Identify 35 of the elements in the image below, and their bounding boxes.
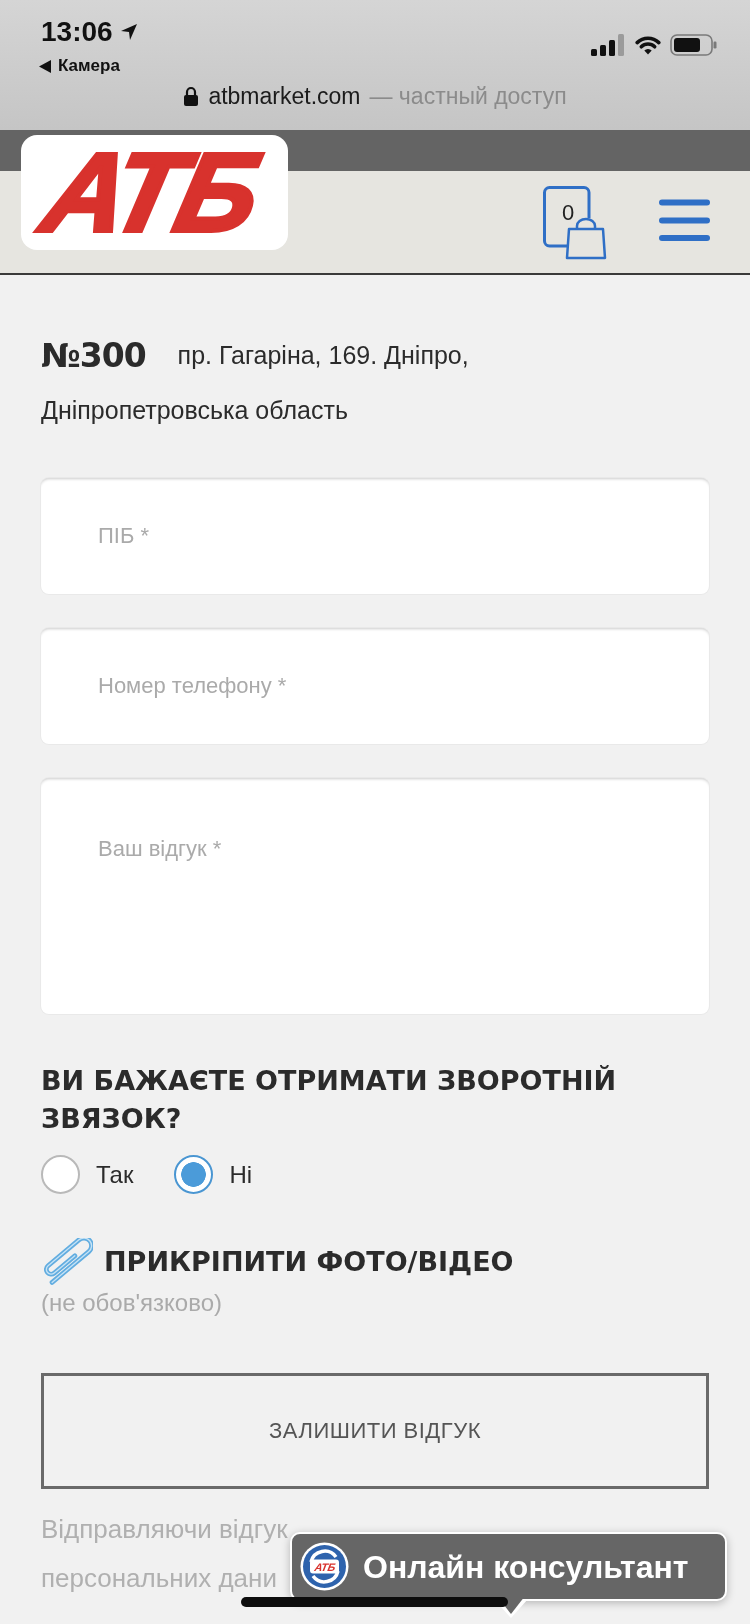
location-arrow-icon (119, 23, 138, 41)
attach-button[interactable]: ПРИКРІПИТИ ФОТО/ВІДЕО (41, 1238, 514, 1285)
review-textarea[interactable]: Ваш відгук * (41, 778, 709, 1014)
store-address: Дніпропетровська область (41, 395, 348, 426)
optional-note: (не обов'язково) (41, 1288, 222, 1318)
store-number: №300 (41, 335, 146, 377)
cart-icon (543, 186, 607, 260)
chat-logo-text: АТБ (313, 1560, 336, 1573)
disclaimer-text: Відправляючи відгук (41, 1513, 288, 1546)
menu-button[interactable] (659, 199, 710, 241)
clock-time: 13:06 (41, 17, 113, 47)
radio-label[interactable]: Так (96, 1159, 134, 1190)
radio-button[interactable] (41, 1155, 80, 1194)
disclaimer-text: персональних дани (41, 1562, 277, 1595)
logo[interactable]: АТБ (21, 135, 288, 250)
signal-icon (591, 34, 626, 56)
wifi-icon (635, 35, 661, 55)
back-icon (39, 59, 51, 73)
domain-text: atbmarket.com (208, 82, 361, 111)
back-button[interactable]: Камера (39, 56, 138, 76)
cart-button[interactable]: 0 (543, 186, 607, 260)
store-address: пр. Гагаріна, 169. Дніпро, (177, 340, 469, 371)
radio-button[interactable] (174, 1155, 214, 1194)
menu-icon (659, 199, 710, 241)
battery-icon (670, 34, 717, 56)
paperclip-icon (41, 1238, 93, 1285)
chat-logo-icon (300, 1542, 349, 1591)
access-note: — частный доступ (369, 82, 567, 111)
callback-question: ВИ БАЖАЄТЕ ОТРИМАТИ ЗВОРОТНІЙ ЗВЯЗОК? (41, 1064, 618, 1136)
submit-button[interactable]: ЗАЛИШИТИ ВІДГУК (41, 1373, 709, 1489)
input-field[interactable]: Номер телефону * (41, 628, 709, 744)
input-field[interactable]: ПІБ * (41, 478, 709, 594)
lock-icon (183, 85, 200, 107)
radio-label[interactable]: Ні (229, 1159, 253, 1190)
cart-count: 0 (562, 202, 575, 224)
